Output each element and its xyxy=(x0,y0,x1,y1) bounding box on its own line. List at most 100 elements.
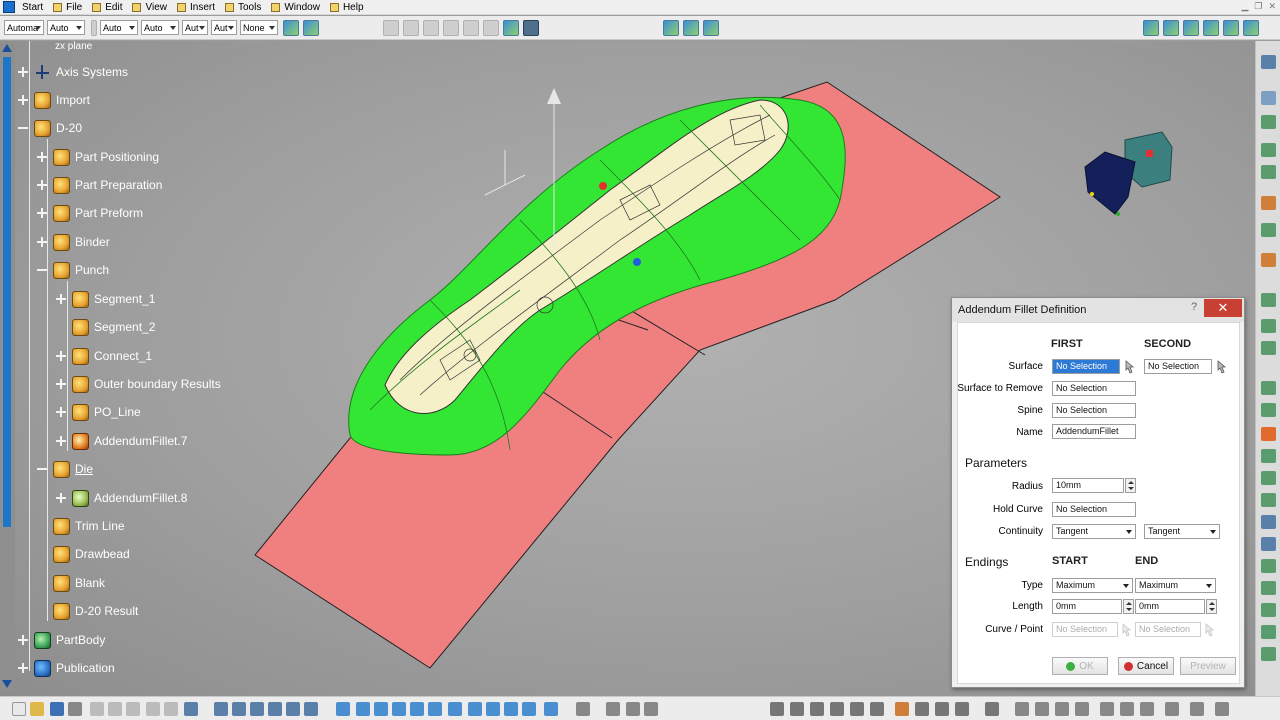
expand-plus-icon[interactable] xyxy=(37,152,47,162)
split-icon[interactable] xyxy=(1261,196,1276,210)
tree-item-segment-1[interactable]: Segment_1 xyxy=(56,288,155,310)
graphic-property-combo-5[interactable]: Aut xyxy=(182,20,208,35)
continuity-first-select[interactable]: Tangent xyxy=(1052,524,1136,539)
mirror-icon[interactable] xyxy=(1055,702,1069,716)
parameters-icon[interactable] xyxy=(232,702,246,716)
fit-all-icon[interactable] xyxy=(356,702,370,716)
zoom-out-icon[interactable] xyxy=(428,702,442,716)
type-end-select[interactable]: Maximum xyxy=(1135,578,1216,593)
tree-item-publication[interactable]: Publication xyxy=(18,657,115,679)
ok-button[interactable]: OK xyxy=(1052,657,1108,675)
select-icon[interactable] xyxy=(503,19,519,36)
graphic-property-combo-3[interactable]: Auto xyxy=(100,20,138,35)
copy-icon[interactable] xyxy=(463,19,479,36)
undo-icon[interactable] xyxy=(383,19,399,36)
measure-icon[interactable] xyxy=(626,702,640,716)
graphic-property-combo-4[interactable]: Auto xyxy=(141,20,179,35)
paintbrush-icon[interactable] xyxy=(283,19,299,36)
menu-insert[interactable]: Insert xyxy=(174,0,222,15)
tree-scrollbar[interactable] xyxy=(0,41,15,691)
pick-surface-first-icon[interactable] xyxy=(1123,359,1137,374)
graphic-property-combo-6[interactable]: Aut xyxy=(211,20,237,35)
fill-icon[interactable] xyxy=(1261,223,1276,237)
formula-icon[interactable] xyxy=(214,702,228,716)
pointer-icon[interactable] xyxy=(1261,55,1276,69)
sketcher-icon[interactable] xyxy=(576,702,590,716)
inertia-icon[interactable] xyxy=(644,702,658,716)
split-tool-icon[interactable] xyxy=(1035,702,1049,716)
normal-view-icon[interactable] xyxy=(448,702,462,716)
sweep-icon[interactable] xyxy=(1261,165,1276,179)
scale-icon[interactable] xyxy=(1100,702,1114,716)
table-icon[interactable] xyxy=(268,702,282,716)
loft-icon[interactable] xyxy=(1261,647,1276,661)
surface-to-remove-field[interactable]: No Selection xyxy=(1052,381,1136,396)
type-start-select[interactable]: Maximum xyxy=(1052,578,1133,593)
blend-icon[interactable] xyxy=(1261,625,1276,639)
close-window-icon[interactable]: ✕ xyxy=(1268,1,1276,12)
compass-icon[interactable] xyxy=(1080,122,1180,222)
revolve-icon[interactable] xyxy=(1261,143,1276,157)
preview-button[interactable]: Preview xyxy=(1180,657,1236,675)
quick-view-icon[interactable] xyxy=(544,702,558,716)
name-input[interactable]: AddendumFillet xyxy=(1052,424,1136,439)
expand-plus-icon[interactable] xyxy=(18,67,28,77)
new-icon[interactable] xyxy=(12,702,26,716)
invert-icon[interactable] xyxy=(1190,702,1204,716)
knowledge-icon[interactable] xyxy=(250,702,264,716)
expand-plus-icon[interactable] xyxy=(56,407,66,417)
plane-tool-icon[interactable] xyxy=(1183,19,1199,36)
print-icon[interactable] xyxy=(68,702,82,716)
shading-icon[interactable] xyxy=(486,702,500,716)
select-trap-icon[interactable] xyxy=(1261,91,1276,105)
iso-view-icon[interactable] xyxy=(468,702,482,716)
menu-tools[interactable]: Tools xyxy=(222,0,268,15)
project-icon[interactable] xyxy=(1261,403,1276,417)
length-start-spinner[interactable] xyxy=(1123,599,1134,614)
tree-item-part-positioning[interactable]: Part Positioning xyxy=(37,146,159,168)
tree-item-zx-plane[interactable]: zx plane xyxy=(55,35,92,57)
tree-item-blank[interactable]: Blank xyxy=(53,572,105,594)
axis-tool-icon[interactable] xyxy=(1163,19,1179,36)
cut-icon[interactable] xyxy=(443,19,459,36)
swap-space-icon[interactable] xyxy=(522,702,536,716)
translate-icon[interactable] xyxy=(1261,319,1276,333)
copy-icon[interactable] xyxy=(108,702,122,716)
rotate-view-icon[interactable] xyxy=(392,702,406,716)
length-end-input[interactable]: 0mm xyxy=(1135,599,1205,614)
knowledge-icon[interactable] xyxy=(683,19,699,36)
length-end-spinner[interactable] xyxy=(1206,599,1217,614)
tree-item-drawbead[interactable]: Drawbead xyxy=(53,543,130,565)
pan-icon[interactable] xyxy=(374,702,388,716)
hide-show-icon[interactable] xyxy=(504,702,518,716)
expand-plus-icon[interactable] xyxy=(56,436,66,446)
smooth-icon[interactable] xyxy=(870,702,884,716)
addendum-tool-icon[interactable] xyxy=(895,702,909,716)
measure-icon[interactable] xyxy=(703,19,719,36)
point-tool-icon[interactable] xyxy=(1203,19,1219,36)
expand-plus-icon[interactable] xyxy=(56,379,66,389)
save-icon[interactable] xyxy=(50,702,64,716)
radius-input[interactable]: 10mm xyxy=(1052,478,1124,493)
expand-plus-icon[interactable] xyxy=(56,351,66,361)
catalog-icon[interactable] xyxy=(663,19,679,36)
snap-icon[interactable] xyxy=(523,19,539,36)
affinity-icon[interactable] xyxy=(1120,702,1134,716)
tree-item-punch[interactable]: Punch xyxy=(37,259,109,281)
zoom-in-icon[interactable] xyxy=(410,702,424,716)
tree-item-segment-2[interactable]: Segment_2 xyxy=(72,316,155,338)
expand-plus-icon[interactable] xyxy=(18,95,28,105)
tree-item-outer-boundary-results[interactable]: Outer boundary Results xyxy=(56,373,221,395)
curve-point-start-field[interactable]: No Selection xyxy=(1052,622,1118,637)
menu-start[interactable]: Start xyxy=(19,0,50,15)
connect-icon[interactable] xyxy=(790,702,804,716)
untrim-icon[interactable] xyxy=(810,702,824,716)
collapse-minus-icon[interactable] xyxy=(18,123,28,133)
collapse-minus-icon[interactable] xyxy=(37,265,47,275)
tree-item-die[interactable]: Die xyxy=(37,458,93,480)
radius-spinner[interactable] xyxy=(1125,478,1136,493)
surface-icon[interactable] xyxy=(770,702,784,716)
pattern-icon[interactable] xyxy=(1075,702,1089,716)
snap-grid-icon[interactable] xyxy=(955,702,969,716)
graphic-property-combo-1[interactable]: Automa xyxy=(4,20,44,35)
